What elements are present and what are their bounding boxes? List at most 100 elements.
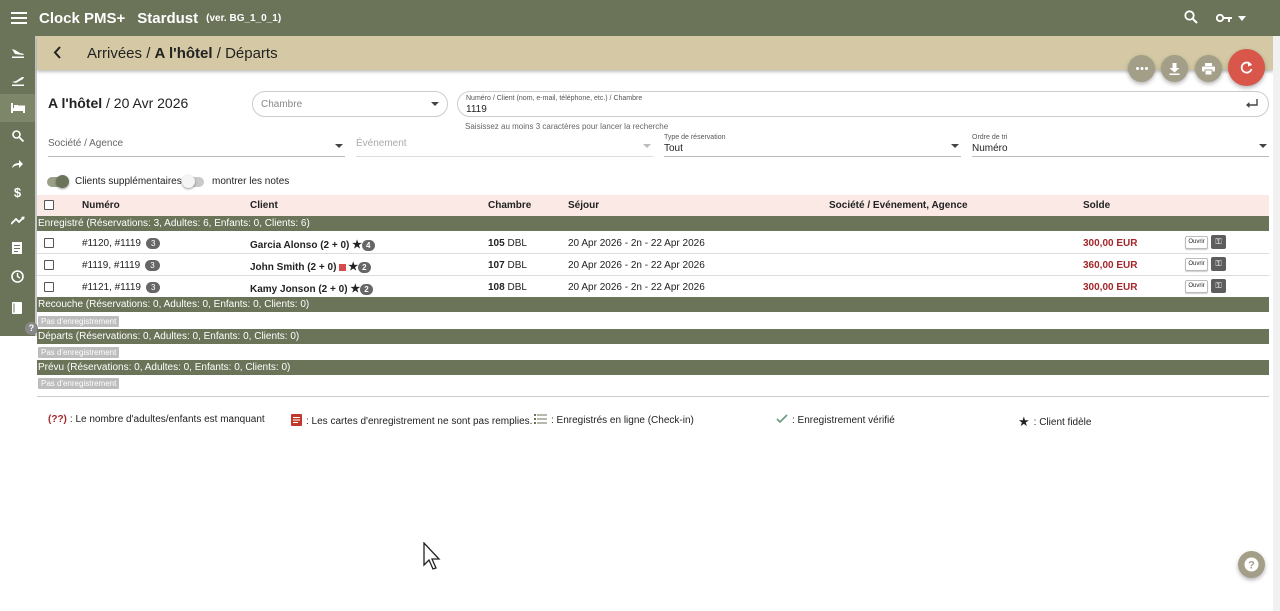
client-name[interactable]: Kamy Jonson (2 + 0) ★ 2 — [250, 282, 373, 295]
app-name: Clock PMS+ — [39, 9, 126, 27]
count-badge: 3 — [145, 282, 161, 293]
client-name[interactable]: Garcia Alonso (2 + 0) ★ 4 — [250, 238, 375, 251]
search-icon[interactable] — [1184, 9, 1198, 27]
reservation-number: #1121, #1119 3 — [82, 282, 161, 293]
bed-icon — [10, 103, 25, 113]
sidebar-item-book[interactable] — [0, 294, 35, 322]
menu-icon[interactable] — [0, 12, 38, 24]
star-icon: ★ — [1018, 414, 1030, 429]
table-row[interactable]: #1119, #1119 3 John Smith (2 + 0) ★ 2 107 … — [37, 254, 1269, 276]
star-icon: ★ — [348, 261, 359, 273]
star-icon: ★ — [352, 239, 363, 251]
breadcrumb-in-house[interactable]: A l'hôtel — [155, 45, 213, 62]
top-bar: Clock PMS+ Stardust (ver. BG_1_0_1) — [0, 0, 1280, 36]
user-key-menu[interactable] — [1216, 13, 1246, 23]
registration-card-icon — [339, 263, 347, 271]
col-societe[interactable]: Société / Evénement, Agence — [829, 200, 968, 211]
help-icon: ? — [1244, 557, 1259, 572]
checklist-icon — [534, 414, 547, 427]
breadcrumb-departures[interactable]: Départs — [225, 45, 278, 62]
star-count-badge: 4 — [362, 239, 375, 251]
enter-icon[interactable] — [1246, 97, 1258, 112]
row-checkbox[interactable] — [44, 282, 54, 292]
print-icon — [1202, 62, 1215, 75]
stay-dates: 20 Apr 2026 - 2n - 22 Apr 2026 — [568, 260, 705, 271]
svg-text:?: ? — [1248, 560, 1255, 572]
star-count-badge: 2 — [358, 261, 371, 273]
extra-guests-toggle[interactable]: Clients supplémentaires — [47, 174, 182, 188]
toggle-switch[interactable] — [182, 174, 204, 188]
breadcrumb: Arrivées / A l'hôtel / Départs — [87, 44, 278, 62]
table-row[interactable]: #1121, #1119 3 Kamy Jonson (2 + 0) ★ 2 108… — [37, 276, 1269, 298]
dropdown-arrow-icon — [335, 144, 343, 148]
property-name: Stardust — [137, 9, 199, 27]
version-label: (ver. BG_1_0_1) — [206, 12, 282, 24]
open-button[interactable]: Ouvrir — [1185, 236, 1208, 249]
show-notes-toggle[interactable]: montrer les notes — [182, 174, 289, 188]
chambre-select[interactable]: Chambre — [252, 91, 448, 117]
societe-select[interactable]: Société / Agence — [48, 132, 345, 157]
group-header-departures: Départs (Réservations: 0, Adultes: 0, En… — [37, 329, 1269, 344]
sidebar-item-billing[interactable]: $ — [0, 178, 35, 206]
dropdown-arrow-icon — [431, 102, 439, 106]
sidebar-item-documents[interactable] — [0, 234, 35, 262]
sidebar-item-in-house[interactable] — [0, 94, 35, 122]
sidebar-item-reports[interactable] — [0, 206, 35, 234]
sidebar-item-departures[interactable] — [0, 66, 35, 94]
legend-cards: : Les cartes d'enregistrement ne sont pa… — [291, 414, 532, 429]
open-button[interactable]: Ouvrir — [1185, 258, 1208, 271]
select-all-checkbox[interactable] — [44, 200, 54, 210]
evenement-select: Événement — [356, 132, 653, 157]
client-name[interactable]: John Smith (2 + 0) ★ 2 — [250, 260, 371, 273]
toggle-switch[interactable] — [47, 174, 69, 188]
room: 105 DBL — [488, 238, 527, 249]
no-records-chip: Pas d'enregistrement — [38, 378, 120, 389]
dollar-icon: $ — [13, 184, 22, 200]
group-header-expected: Prévu (Réservations: 0, Adultes: 0, Enfa… — [37, 360, 1269, 375]
sidebar: $ — [0, 36, 37, 336]
help-button[interactable]: ? — [1238, 551, 1265, 578]
missing-code: (??) — [48, 414, 67, 425]
reservation-type-select[interactable]: Type de réservation Tout — [664, 132, 961, 157]
col-numero[interactable]: Numéro — [82, 200, 120, 211]
sidebar-item-history[interactable] — [0, 262, 35, 290]
balance: 360,00 EUR — [1083, 260, 1138, 271]
back-arrow-icon[interactable] — [39, 43, 75, 64]
page-scrollbar[interactable] — [1273, 36, 1280, 611]
star-count-badge: 2 — [360, 283, 373, 295]
legend-missing: (??) : Le nombre d'adultes/enfants est m… — [48, 414, 265, 425]
refresh-icon — [1240, 61, 1253, 74]
sidebar-item-search[interactable] — [0, 122, 35, 150]
col-sejour[interactable]: Séjour — [568, 200, 599, 211]
row-checkbox[interactable] — [44, 238, 54, 248]
key-icon[interactable]: ⚿ — [1211, 257, 1226, 271]
check-icon — [776, 414, 788, 426]
open-button[interactable]: Ouvrir — [1185, 280, 1208, 293]
sidebar-item-forward[interactable] — [0, 150, 35, 178]
sidebar-item-arrivals[interactable] — [0, 38, 35, 66]
sort-order-select[interactable]: Ordre de tri Numéro — [972, 132, 1269, 157]
col-solde[interactable]: Solde — [1083, 200, 1110, 211]
key-icon — [1216, 13, 1232, 23]
table-header: Numéro Client Chambre Séjour Société / E… — [37, 195, 1269, 216]
table-row[interactable]: #1120, #1119 3 Garcia Alonso (2 + 0) ★ 4 1… — [37, 232, 1269, 254]
col-chambre[interactable]: Chambre — [488, 200, 531, 211]
refresh-button[interactable] — [1228, 49, 1265, 86]
print-button[interactable] — [1195, 55, 1222, 82]
flight-land-icon — [11, 49, 24, 58]
row-checkbox[interactable] — [44, 260, 54, 270]
search-input[interactable]: Numéro / Client (nom, e-mail, téléphone,… — [457, 91, 1269, 117]
clock-icon — [11, 269, 24, 283]
col-client[interactable]: Client — [250, 200, 278, 211]
search-value: 1119 — [466, 104, 487, 115]
balance: 300,00 EUR — [1083, 238, 1138, 249]
breadcrumb-arrivals[interactable]: Arrivées — [87, 45, 142, 62]
star-icon: ★ — [350, 283, 361, 295]
more-options-button[interactable] — [1128, 55, 1155, 82]
stay-dates: 20 Apr 2026 - 2n - 22 Apr 2026 — [568, 238, 705, 249]
download-button[interactable] — [1161, 55, 1188, 82]
key-icon[interactable]: ⚿ — [1211, 235, 1226, 249]
chevron-down-icon — [1238, 15, 1246, 21]
key-icon[interactable]: ⚿ — [1211, 279, 1226, 293]
no-records-chip: Pas d'enregistrement — [38, 347, 120, 358]
